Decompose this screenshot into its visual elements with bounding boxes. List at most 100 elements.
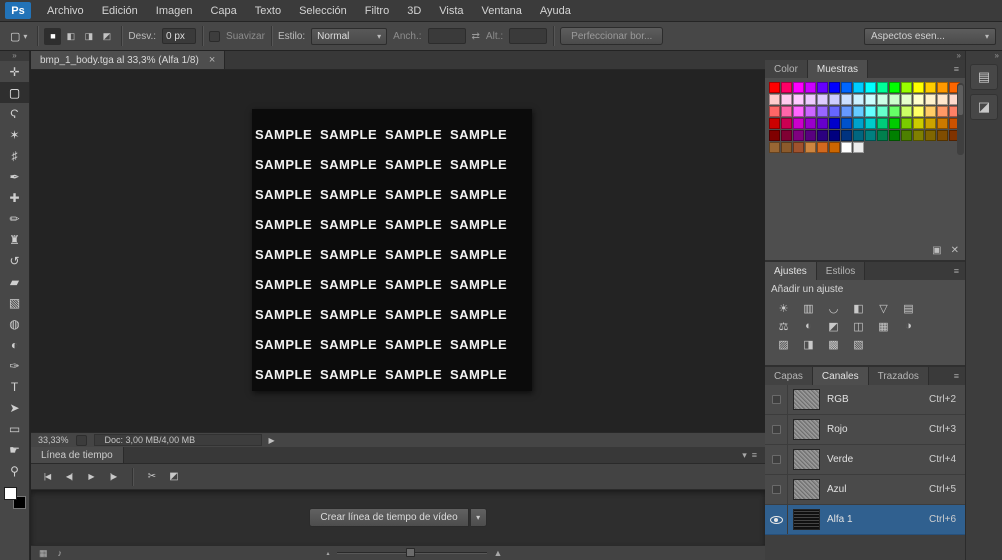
panel-menu-icon[interactable]: ≡ <box>948 60 965 78</box>
color-swatch[interactable] <box>793 142 804 153</box>
color-swatch[interactable] <box>865 82 876 93</box>
scrollbar-thumb[interactable] <box>958 85 963 115</box>
add-to-selection-icon[interactable]: ◧ <box>62 28 79 45</box>
color-swatch[interactable] <box>805 142 816 153</box>
close-tab-icon[interactable]: × <box>209 54 215 66</box>
color-swatch[interactable] <box>877 94 888 105</box>
color-swatch[interactable] <box>805 94 816 105</box>
scrollbar[interactable] <box>957 83 964 155</box>
color-swatch[interactable] <box>793 94 804 105</box>
menu-filtro[interactable]: Filtro <box>356 0 398 22</box>
color-swatch[interactable] <box>781 94 792 105</box>
color-swatch[interactable] <box>889 106 900 117</box>
visibility-toggle[interactable] <box>765 505 788 534</box>
color-swatch[interactable] <box>877 130 888 141</box>
color-swatch[interactable] <box>937 94 948 105</box>
color-swatch[interactable] <box>829 130 840 141</box>
slider-track[interactable] <box>336 548 487 557</box>
selective-color-icon[interactable]: ▧ <box>846 335 871 353</box>
pen-tool[interactable]: ✑ <box>0 355 29 376</box>
height-input[interactable] <box>509 28 548 44</box>
status-menu-arrow-icon[interactable]: ▶ <box>269 436 275 445</box>
panel-tab-canales[interactable]: Canales <box>812 367 869 385</box>
next-frame-icon[interactable]: |▶ <box>103 468 123 486</box>
panel-tab-estilos[interactable]: Estilos <box>816 262 866 280</box>
color-swatch[interactable] <box>853 106 864 117</box>
color-swatch[interactable] <box>769 118 780 129</box>
canvas-image[interactable]: SAMPLE SAMPLE SAMPLE SAMPLE SAMPLE SAMPLE SAMP… <box>252 109 532 391</box>
color-swatch[interactable] <box>781 130 792 141</box>
vibrance-icon[interactable]: ▽ <box>871 299 896 317</box>
color-swatch[interactable] <box>925 94 936 105</box>
menu-seleccion[interactable]: Selección <box>290 0 356 22</box>
color-swatch[interactable] <box>889 118 900 129</box>
create-timeline-dropdown[interactable]: ▾ <box>470 508 487 527</box>
color-balance-icon[interactable]: ⚖ <box>771 317 796 335</box>
color-lookup-icon[interactable]: ▦ <box>871 317 896 335</box>
antialias-checkbox[interactable] <box>209 30 221 42</box>
color-swatch[interactable] <box>793 130 804 141</box>
timeline-panel-menu[interactable]: ▾ ≡ <box>734 447 765 463</box>
color-swatch[interactable] <box>829 82 840 93</box>
color-swatch[interactable] <box>805 118 816 129</box>
slider-thumb[interactable] <box>405 548 415 557</box>
color-swatch[interactable] <box>841 118 852 129</box>
color-swatch[interactable] <box>901 94 912 105</box>
threshold-icon[interactable]: ◨ <box>796 335 821 353</box>
color-swatch[interactable] <box>865 118 876 129</box>
channel-row-rgb[interactable]: RGB Ctrl+2 <box>765 385 965 415</box>
color-swatch[interactable] <box>877 106 888 117</box>
quick-selection-tool[interactable]: ✶ <box>0 124 29 145</box>
refine-edge-button[interactable]: Perfeccionar bor... <box>560 27 664 45</box>
color-swatch[interactable] <box>925 82 936 93</box>
status-bar-icon[interactable] <box>75 434 87 446</box>
panel-menu-icon[interactable]: ≡ <box>948 367 965 385</box>
channel-row-alfa-1[interactable]: Alfa 1 Ctrl+6 <box>765 505 965 535</box>
color-swatch[interactable] <box>781 106 792 117</box>
eraser-tool[interactable]: ▰ <box>0 271 29 292</box>
color-swatch[interactable] <box>793 118 804 129</box>
lasso-tool[interactable]: Ϛ <box>0 103 29 124</box>
color-swatch[interactable] <box>925 130 936 141</box>
new-swatch-icon[interactable]: ▣ <box>932 245 941 256</box>
collapsed-panel-2-icon[interactable]: ◪ <box>970 94 998 120</box>
color-swatch[interactable] <box>769 106 780 117</box>
color-swatch[interactable] <box>841 82 852 93</box>
color-swatch[interactable] <box>805 130 816 141</box>
color-swatch[interactable] <box>913 94 924 105</box>
menu-3d[interactable]: 3D <box>398 0 430 22</box>
color-swatch[interactable] <box>769 142 780 153</box>
menu-edicion[interactable]: Edición <box>93 0 147 22</box>
type-tool[interactable]: T <box>0 376 29 397</box>
rectangular-marquee-tool[interactable]: ▢ <box>0 82 29 103</box>
curves-icon[interactable]: ◡ <box>821 299 846 317</box>
panel-tab-color[interactable]: Color <box>765 60 808 78</box>
color-swatch[interactable] <box>817 94 828 105</box>
color-swatch[interactable] <box>937 106 948 117</box>
zoom-level[interactable]: 33,33% <box>38 435 69 445</box>
color-swatch[interactable] <box>877 82 888 93</box>
color-swatch[interactable] <box>925 118 936 129</box>
first-frame-icon[interactable]: |◀ <box>37 468 57 486</box>
play-icon[interactable]: ▶ <box>81 468 101 486</box>
color-swatch[interactable] <box>901 106 912 117</box>
color-swatch[interactable] <box>865 106 876 117</box>
menu-imagen[interactable]: Imagen <box>147 0 202 22</box>
menu-ayuda[interactable]: Ayuda <box>531 0 580 22</box>
color-swatch[interactable] <box>913 118 924 129</box>
color-swatch[interactable] <box>937 130 948 141</box>
swap-dimensions-icon[interactable]: ⇄ <box>472 31 480 42</box>
timeline-frames-icon[interactable]: ▦ <box>39 548 48 559</box>
timeline-audio-icon[interactable]: ♪ <box>58 548 63 558</box>
color-swatch[interactable] <box>853 94 864 105</box>
color-swatch[interactable] <box>865 130 876 141</box>
color-swatch[interactable] <box>817 130 828 141</box>
zoom-out-icon[interactable]: ▴ <box>327 550 330 557</box>
toolbar-collapse-icon[interactable]: » <box>0 51 29 61</box>
hand-tool[interactable]: ☛ <box>0 439 29 460</box>
brightness-contrast-icon[interactable]: ☀ <box>771 299 796 317</box>
color-swatch[interactable] <box>829 118 840 129</box>
panel-tab-trazados[interactable]: Trazados <box>868 367 929 385</box>
menu-texto[interactable]: Texto <box>246 0 290 22</box>
menu-vista[interactable]: Vista <box>430 0 472 22</box>
